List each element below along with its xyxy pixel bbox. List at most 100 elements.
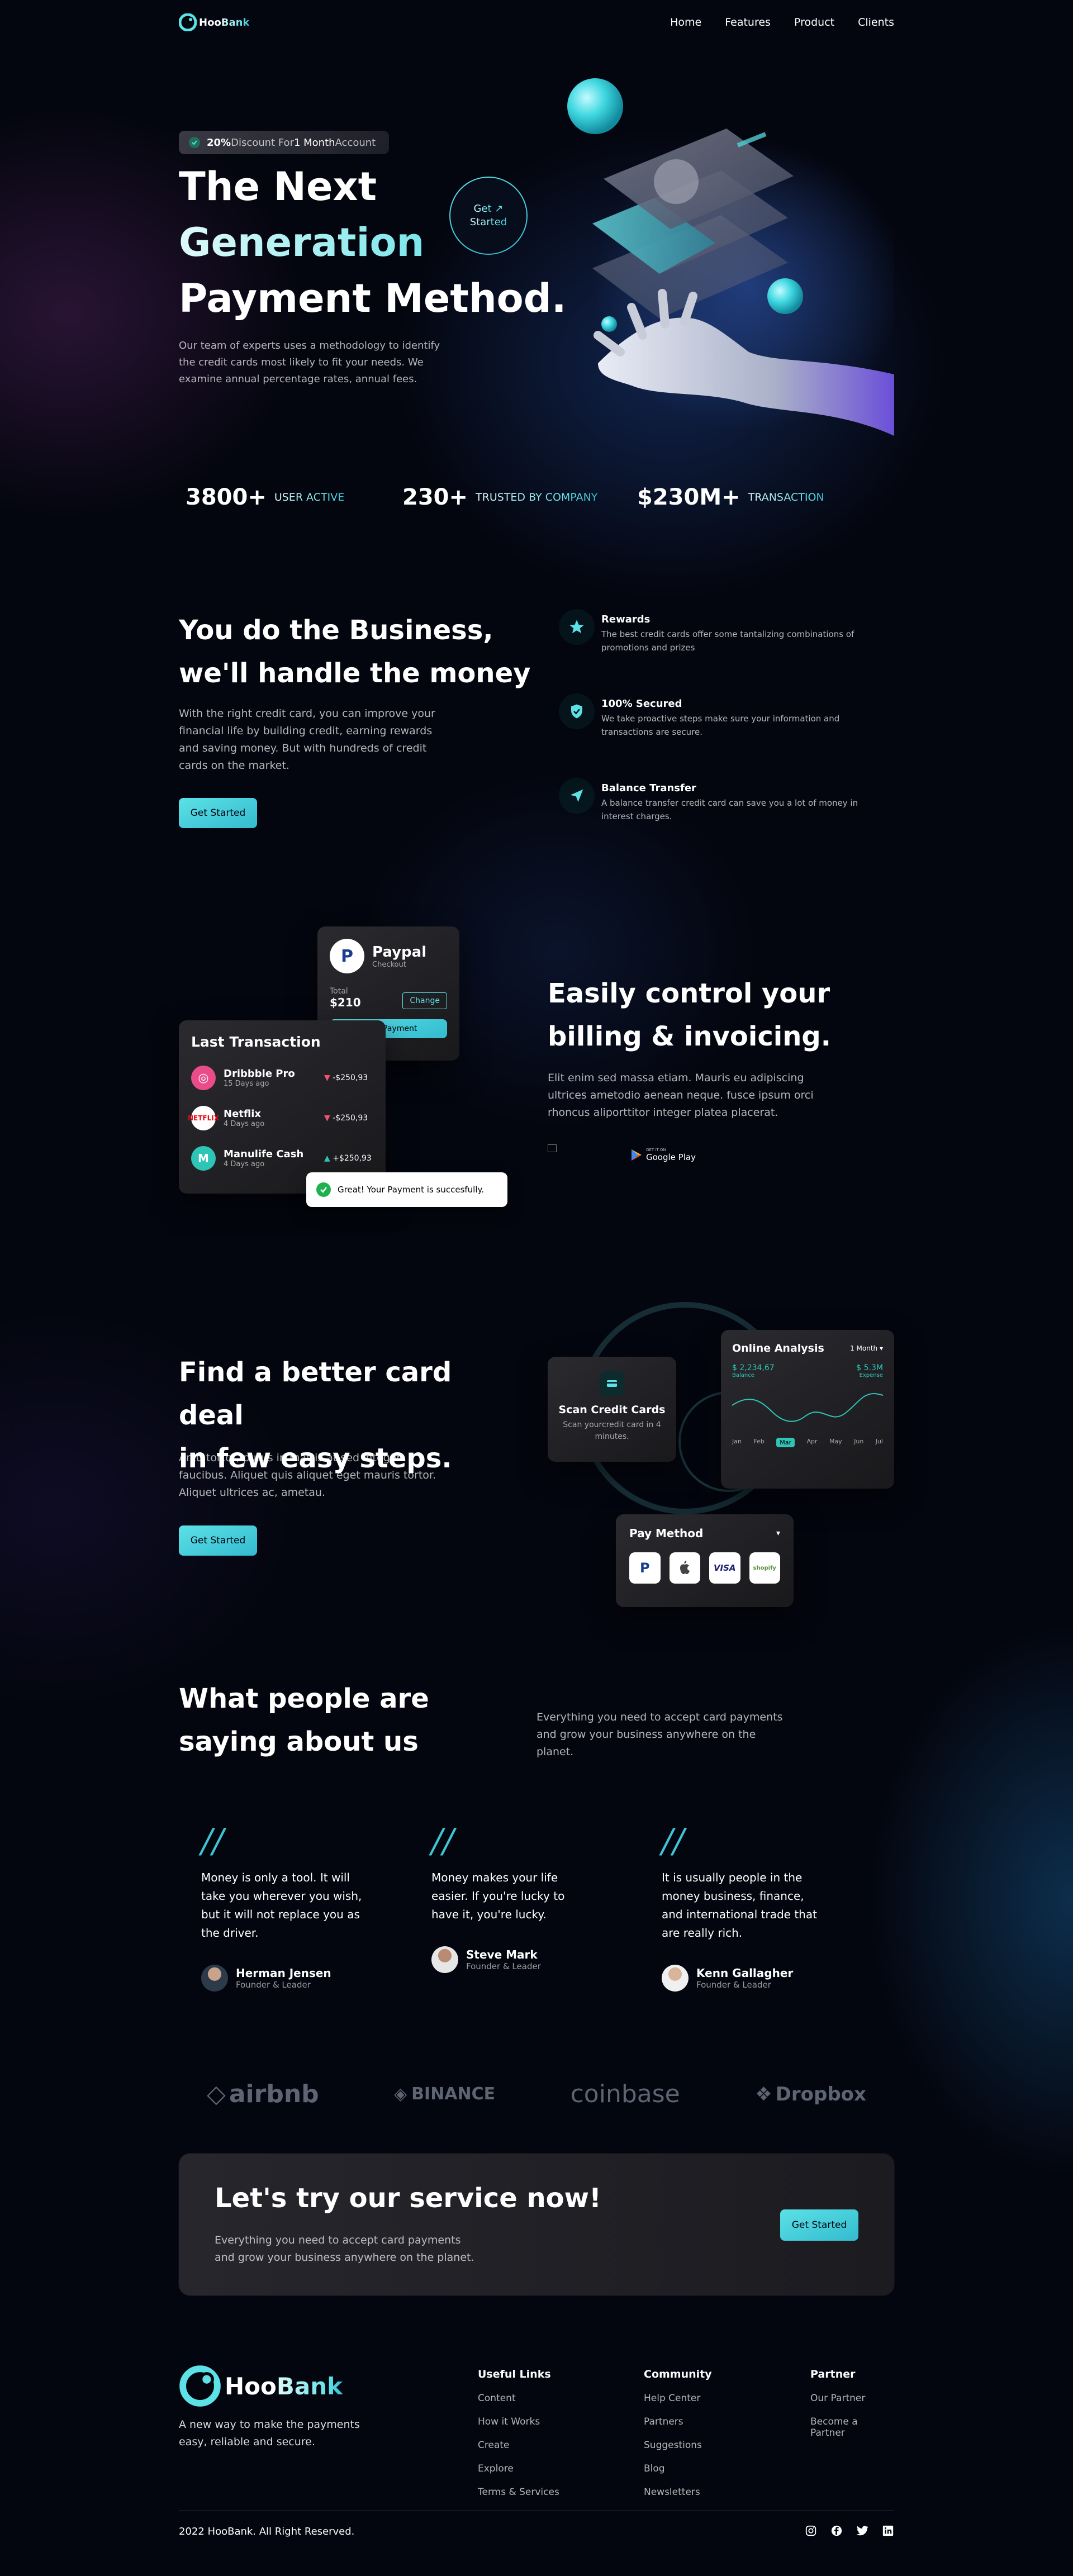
testimonial-role: Founder & Leader xyxy=(696,1980,771,1990)
footer-link[interactable]: Blog xyxy=(644,2463,789,2474)
arrow-up-icon: ▲ xyxy=(324,1154,330,1163)
income-value: $ 2,234,67 xyxy=(732,1363,775,1372)
hero-description: Our team of experts uses a methodology t… xyxy=(179,340,440,385)
get-started-text-2: Started xyxy=(469,216,507,228)
shopify-icon[interactable]: shopify xyxy=(749,1552,780,1584)
social-links xyxy=(805,2525,894,2537)
stat-label: TRANSACTION xyxy=(748,491,824,503)
client-name: Dropbox xyxy=(775,2083,866,2106)
nav-clients[interactable]: Clients xyxy=(858,16,894,28)
footer-link[interactable]: Create xyxy=(478,2440,623,2451)
testimonial-name: Kenn Gallagher xyxy=(696,1966,794,1980)
footer-link[interactable]: Help Center xyxy=(644,2393,789,2404)
nav-home[interactable]: Home xyxy=(670,16,701,28)
footer-link[interactable]: Newsletters xyxy=(644,2487,789,2498)
client-name: airbnb xyxy=(229,2080,319,2108)
get-started-circle[interactable]: Get ↗ Started xyxy=(449,177,528,255)
expense-value: $ 5.3M xyxy=(856,1363,883,1372)
testimonial-quote: Money is only a tool. It will take you w… xyxy=(201,1871,362,1940)
stat-value: 230+ xyxy=(402,484,468,510)
brand-name-1: Hoo xyxy=(199,16,221,28)
transaction-time: 4 Days ago xyxy=(224,1120,265,1128)
change-button[interactable]: Change xyxy=(402,992,447,1009)
transaction-row[interactable]: ◎ Dribbble Pro 15 Days ago ▼ -$250,93 xyxy=(191,1066,373,1090)
testimonials-list: // Money is only a tool. It will take yo… xyxy=(179,1824,894,1992)
facebook-icon[interactable] xyxy=(830,2525,843,2537)
transaction-name: Dribbble Pro xyxy=(224,1068,295,1080)
footer-logo[interactable]: Hoo Bank xyxy=(179,2365,343,2407)
cta-get-started-button[interactable]: Get Started xyxy=(780,2209,858,2241)
footer-link[interactable]: Our Partner xyxy=(810,2393,894,2404)
footer-link[interactable]: Content xyxy=(478,2393,623,2404)
apple-pay-icon[interactable] xyxy=(669,1552,700,1584)
month-label: Apr xyxy=(806,1438,818,1445)
feature-title: 100% Secured xyxy=(601,698,682,710)
features-list: Rewards The best credit cards offer some … xyxy=(559,609,894,823)
hero-title-line3: Payment Method. xyxy=(179,275,567,321)
cta-title: Let's try our service now! xyxy=(215,2183,601,2214)
instagram-icon[interactable] xyxy=(805,2525,817,2537)
footer-brand-1: Hoo xyxy=(225,2372,277,2400)
expense-label: Expense xyxy=(859,1372,883,1379)
month-label: May xyxy=(829,1438,842,1445)
nav-features[interactable]: Features xyxy=(725,16,771,28)
feature-secured: 100% Secured We take proactive steps make… xyxy=(559,693,894,739)
month-label: Jan xyxy=(732,1438,742,1445)
paymethod-title: Pay Method xyxy=(629,1527,704,1540)
footer-link[interactable]: Terms & Services xyxy=(478,2487,623,2498)
gplay-label: Google Play xyxy=(646,1152,696,1162)
logo-icon xyxy=(179,13,197,31)
business-get-started-button[interactable]: Get Started xyxy=(179,798,257,828)
check-icon xyxy=(316,1182,331,1197)
testimonial-card: // Money is only a tool. It will take yo… xyxy=(179,1824,409,1992)
avatar xyxy=(201,1965,228,1992)
app-store-badge-broken[interactable] xyxy=(548,1144,557,1152)
linkedin-icon[interactable] xyxy=(882,2525,894,2537)
footer-link[interactable]: Suggestions xyxy=(644,2440,789,2451)
carddeal-get-started-button[interactable]: Get Started xyxy=(179,1525,257,1556)
feature-balance-transfer: Balance Transfer A balance transfer credi… xyxy=(559,778,894,823)
paypal-icon: P xyxy=(330,939,364,973)
manulife-icon: M xyxy=(191,1146,216,1171)
footer-col-title: Useful Links xyxy=(478,2368,551,2380)
visa-icon[interactable]: VISA xyxy=(709,1552,740,1584)
hero-illustration xyxy=(564,73,905,436)
google-play-badge[interactable]: GET IT ON Google Play xyxy=(630,1146,696,1165)
footer-brand-2: Bank xyxy=(276,2372,343,2400)
success-toast: Great! Your Payment is succesfully. xyxy=(306,1172,507,1207)
client-airbnb: ◇ airbnb xyxy=(207,2080,319,2108)
google-play-icon xyxy=(632,1149,642,1161)
paypal-method-icon[interactable]: P xyxy=(629,1552,661,1584)
feature-text: A balance transfer credit card can save … xyxy=(601,798,858,821)
carddeal-description: Arcu tortor, purus in mattis at sed inte… xyxy=(179,1452,436,1499)
footer-link[interactable]: Explore xyxy=(478,2463,623,2474)
twitter-icon[interactable] xyxy=(856,2525,868,2537)
clients-row: ◇ airbnb ◈ BINANCE coinbase ❖ Dropbox xyxy=(207,2080,866,2108)
netflix-icon: NETFLIX xyxy=(188,1106,219,1130)
star-icon xyxy=(559,609,595,645)
paypal-sub: Checkout xyxy=(372,960,406,969)
transaction-row[interactable]: NETFLIX Netflix 4 Days ago ▼ -$250,93 xyxy=(188,1106,373,1130)
footer-link[interactable]: Become a Partner xyxy=(810,2416,894,2439)
footer-col-title: Partner xyxy=(810,2368,856,2380)
footer-link[interactable]: How it Works xyxy=(478,2416,623,2427)
footer-link[interactable]: Partners xyxy=(644,2416,789,2427)
brand-name-2: Bank xyxy=(221,16,250,28)
transaction-time: 4 Days ago xyxy=(224,1160,265,1168)
send-icon xyxy=(559,778,595,814)
scan-text: Scan yourcredit card in 4 minutes. xyxy=(563,1420,661,1441)
testimonial-card: // It is usually people in the money bus… xyxy=(639,1824,870,1992)
period-select[interactable]: 1 Month ▾ xyxy=(850,1344,883,1352)
dropbox-icon: ❖ xyxy=(755,2083,772,2106)
brand-logo[interactable]: Hoo Bank xyxy=(179,13,249,31)
transactions-card: Last Transaction ◎ Dribbble Pro 15 Days a… xyxy=(179,1020,386,1194)
testimonial-quote: Money makes your life easier. If you're … xyxy=(431,1871,565,1921)
chevron-down-icon[interactable]: ▾ xyxy=(776,1529,780,1538)
transaction-row[interactable]: M Manulife Cash 4 Days ago ▲ +$250,93 xyxy=(191,1146,373,1171)
billing-description: Elit enim sed massa etiam. Mauris eu adi… xyxy=(548,1072,814,1119)
discount-icon xyxy=(189,137,200,148)
nav-product[interactable]: Product xyxy=(794,16,834,28)
scan-title: Scan Credit Cards xyxy=(558,1404,666,1416)
cta-box: Let's try our service now! Everything yo… xyxy=(179,2154,894,2295)
month-label-active[interactable]: Mar xyxy=(776,1438,795,1447)
